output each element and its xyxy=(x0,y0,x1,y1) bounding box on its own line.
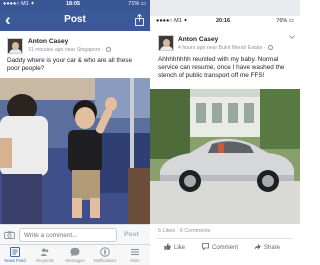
post-photo-image xyxy=(0,78,150,224)
post-card: Anton Casey 4 hours ago near Bukit Merah… xyxy=(150,26,300,265)
notifications-icon xyxy=(100,247,110,257)
post-comment-button[interactable]: Post xyxy=(124,229,139,241)
tab-news-feed[interactable]: News Feed xyxy=(0,245,30,265)
nav-bar: ‹ Post xyxy=(0,9,150,31)
comment-icon xyxy=(202,243,209,250)
post-timestamp: 31 minutes ago near Singapore · xyxy=(28,47,104,53)
carrier-signal: ●●●●○ M1 ✦ xyxy=(3,1,35,7)
share-button[interactable]: Share xyxy=(254,243,280,253)
post-author[interactable]: Anton Casey xyxy=(28,38,68,45)
camera-icon[interactable] xyxy=(4,231,15,239)
like-icon xyxy=(164,243,171,250)
tab-label: Notifications xyxy=(93,258,117,263)
status-time: 18:05 xyxy=(66,1,81,7)
comment-label: Comment xyxy=(212,245,239,251)
status-bar: ●●●●○ M1 ✦ 18:05 71% ▭ xyxy=(0,0,150,9)
post-stats[interactable]: 5 Likes · 6 Comments xyxy=(158,228,210,234)
tab-label: Messages xyxy=(65,258,85,263)
post-meta: 31 minutes ago near Singapore · xyxy=(28,47,112,53)
post-photo-image xyxy=(150,89,300,224)
tab-messages[interactable]: Messages xyxy=(60,245,90,265)
right-phone-screen: ●●●●○ M1 ✦ 20:16 76% ▭ Anton Casey 4 hou… xyxy=(150,0,300,265)
chevron-down-icon[interactable] xyxy=(289,35,295,39)
post-timestamp: 4 hours ago near Bukit Merah Estate · xyxy=(178,45,266,51)
messages-icon xyxy=(70,247,80,257)
post-photo[interactable] xyxy=(150,89,300,224)
more-icon xyxy=(131,248,139,256)
comment-input[interactable] xyxy=(19,228,117,242)
battery-level: 71% ▭ xyxy=(128,1,146,7)
post-text: Ahhhhhhhh reunited with my baby. Normal … xyxy=(158,56,285,79)
post-author[interactable]: Anton Casey xyxy=(178,36,218,43)
tab-label: Requests xyxy=(36,258,54,263)
share-icon xyxy=(254,244,261,250)
status-bar: ●●●●○ M1 ✦ 20:16 76% ▭ xyxy=(150,16,300,26)
avatar[interactable] xyxy=(158,35,174,51)
globe-icon xyxy=(106,47,112,52)
news-feed-icon xyxy=(10,247,20,257)
post-photo[interactable] xyxy=(0,78,150,224)
status-time: 20:16 xyxy=(216,18,231,24)
carrier-signal: ●●●●○ M1 ✦ xyxy=(156,18,188,24)
tab-label: News Feed xyxy=(4,258,26,263)
tab-more[interactable]: More xyxy=(120,245,150,265)
requests-icon xyxy=(40,248,49,256)
tab-bar: News Feed Requests Messages Notification… xyxy=(0,244,150,265)
post-meta: 4 hours ago near Bukit Merah Estate · xyxy=(178,45,274,51)
tab-notifications[interactable]: Notifications xyxy=(90,245,120,265)
comment-button[interactable]: Comment xyxy=(202,243,238,253)
left-phone-screen: ●●●●○ M1 ✦ 18:05 71% ▭ ‹ Post Anton Case… xyxy=(0,0,150,265)
avatar[interactable] xyxy=(7,38,23,54)
divider xyxy=(156,238,294,239)
like-button[interactable]: Like xyxy=(164,243,185,253)
comment-bar: Post xyxy=(0,224,150,244)
like-label: Like xyxy=(174,245,186,251)
tab-requests[interactable]: Requests xyxy=(30,245,60,265)
globe-icon xyxy=(268,45,274,50)
tab-label: More xyxy=(130,258,140,263)
share-icon[interactable] xyxy=(135,14,144,26)
share-label: Share xyxy=(264,245,281,251)
post-text: Daddy where is your car & who are all th… xyxy=(7,57,133,72)
page-title: Post xyxy=(64,14,86,25)
battery-level: 76% ▭ xyxy=(276,18,294,24)
